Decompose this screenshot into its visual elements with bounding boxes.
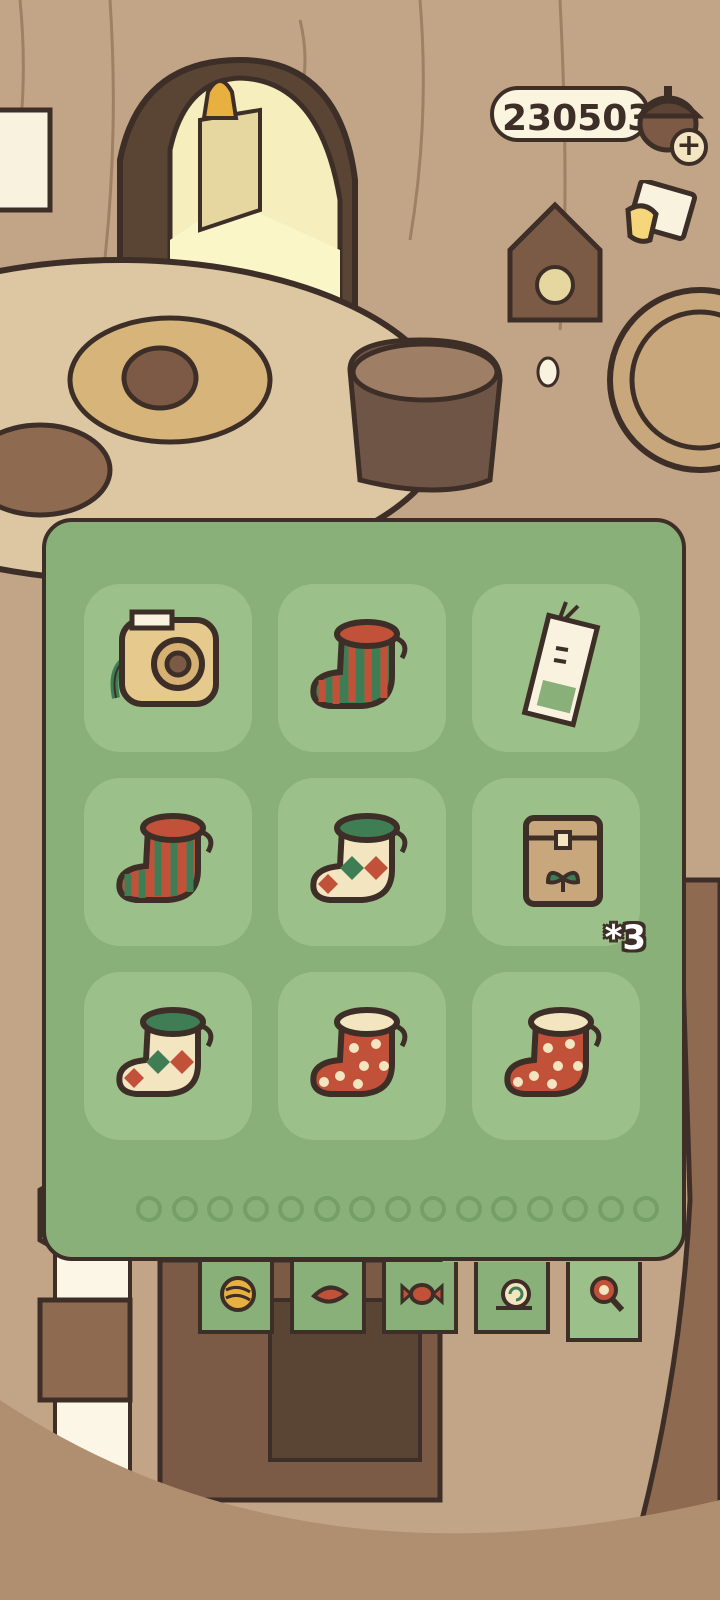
- item-slot-polka-sock-2[interactable]: [472, 972, 640, 1140]
- tab-candy[interactable]: [382, 1262, 458, 1334]
- page-dot[interactable]: [420, 1196, 446, 1222]
- clover-count-text: 230503: [502, 98, 653, 139]
- polka-sock-icon: [504, 1007, 602, 1097]
- tab-yarn[interactable]: [198, 1262, 274, 1334]
- diamond-sock-icon: [116, 1007, 214, 1097]
- page-dot[interactable]: [207, 1196, 233, 1222]
- magnifier-icon: [590, 1276, 625, 1313]
- tab-leaf[interactable]: [290, 1262, 366, 1334]
- striped-sock-icon: [310, 619, 408, 709]
- item-slot-diamond-sock-2[interactable]: [84, 972, 252, 1140]
- leaf-icon: [310, 1285, 350, 1304]
- page-dot[interactable]: [597, 1196, 624, 1222]
- camera-icon: [110, 609, 219, 707]
- page-dot[interactable]: [136, 1196, 162, 1222]
- item-slot-striped-sock[interactable]: [278, 584, 446, 752]
- page-dot[interactable]: [526, 1196, 553, 1222]
- tab-search[interactable]: [566, 1262, 642, 1342]
- seed-bag-icon: [523, 815, 603, 907]
- clover-counter: 230503: [490, 86, 653, 142]
- inventory-panel: *3: [42, 518, 686, 1261]
- yarn-icon: [220, 1276, 256, 1312]
- charm-ticket-icon: [521, 601, 601, 728]
- tab-snail[interactable]: [474, 1262, 550, 1334]
- add-currency-button[interactable]: +: [670, 128, 708, 166]
- item-slot-charm-ticket[interactable]: [472, 584, 640, 752]
- page-dot[interactable]: [171, 1196, 198, 1222]
- polka-sock-icon: [310, 1007, 408, 1097]
- mail-icon[interactable]: [620, 180, 700, 254]
- page-dot[interactable]: [384, 1196, 411, 1222]
- candy-icon: [400, 1282, 444, 1306]
- page-dot[interactable]: [278, 1196, 304, 1222]
- diamond-sock-icon: [310, 813, 408, 903]
- snail-icon: [496, 1279, 532, 1310]
- game-scene: 230503 + *3: [0, 0, 720, 1600]
- striped-sock-icon: [116, 813, 214, 903]
- page-indicator: [136, 1196, 676, 1226]
- page-dot[interactable]: [562, 1196, 588, 1222]
- page-dot[interactable]: [491, 1196, 517, 1222]
- page-dot[interactable]: [242, 1196, 269, 1222]
- page-dot[interactable]: [633, 1196, 659, 1222]
- item-slot-diamond-sock[interactable]: [278, 778, 446, 946]
- item-slot-polka-sock[interactable]: [278, 972, 446, 1140]
- item-count-badge: *3: [604, 918, 646, 958]
- page-dot[interactable]: [313, 1196, 340, 1222]
- item-slot-striped-sock-2[interactable]: [84, 778, 252, 946]
- item-slot-camera[interactable]: [84, 584, 252, 752]
- item-slot-seed-bag[interactable]: *3: [472, 778, 646, 958]
- page-dot[interactable]: [349, 1196, 375, 1222]
- page-dot[interactable]: [455, 1196, 482, 1222]
